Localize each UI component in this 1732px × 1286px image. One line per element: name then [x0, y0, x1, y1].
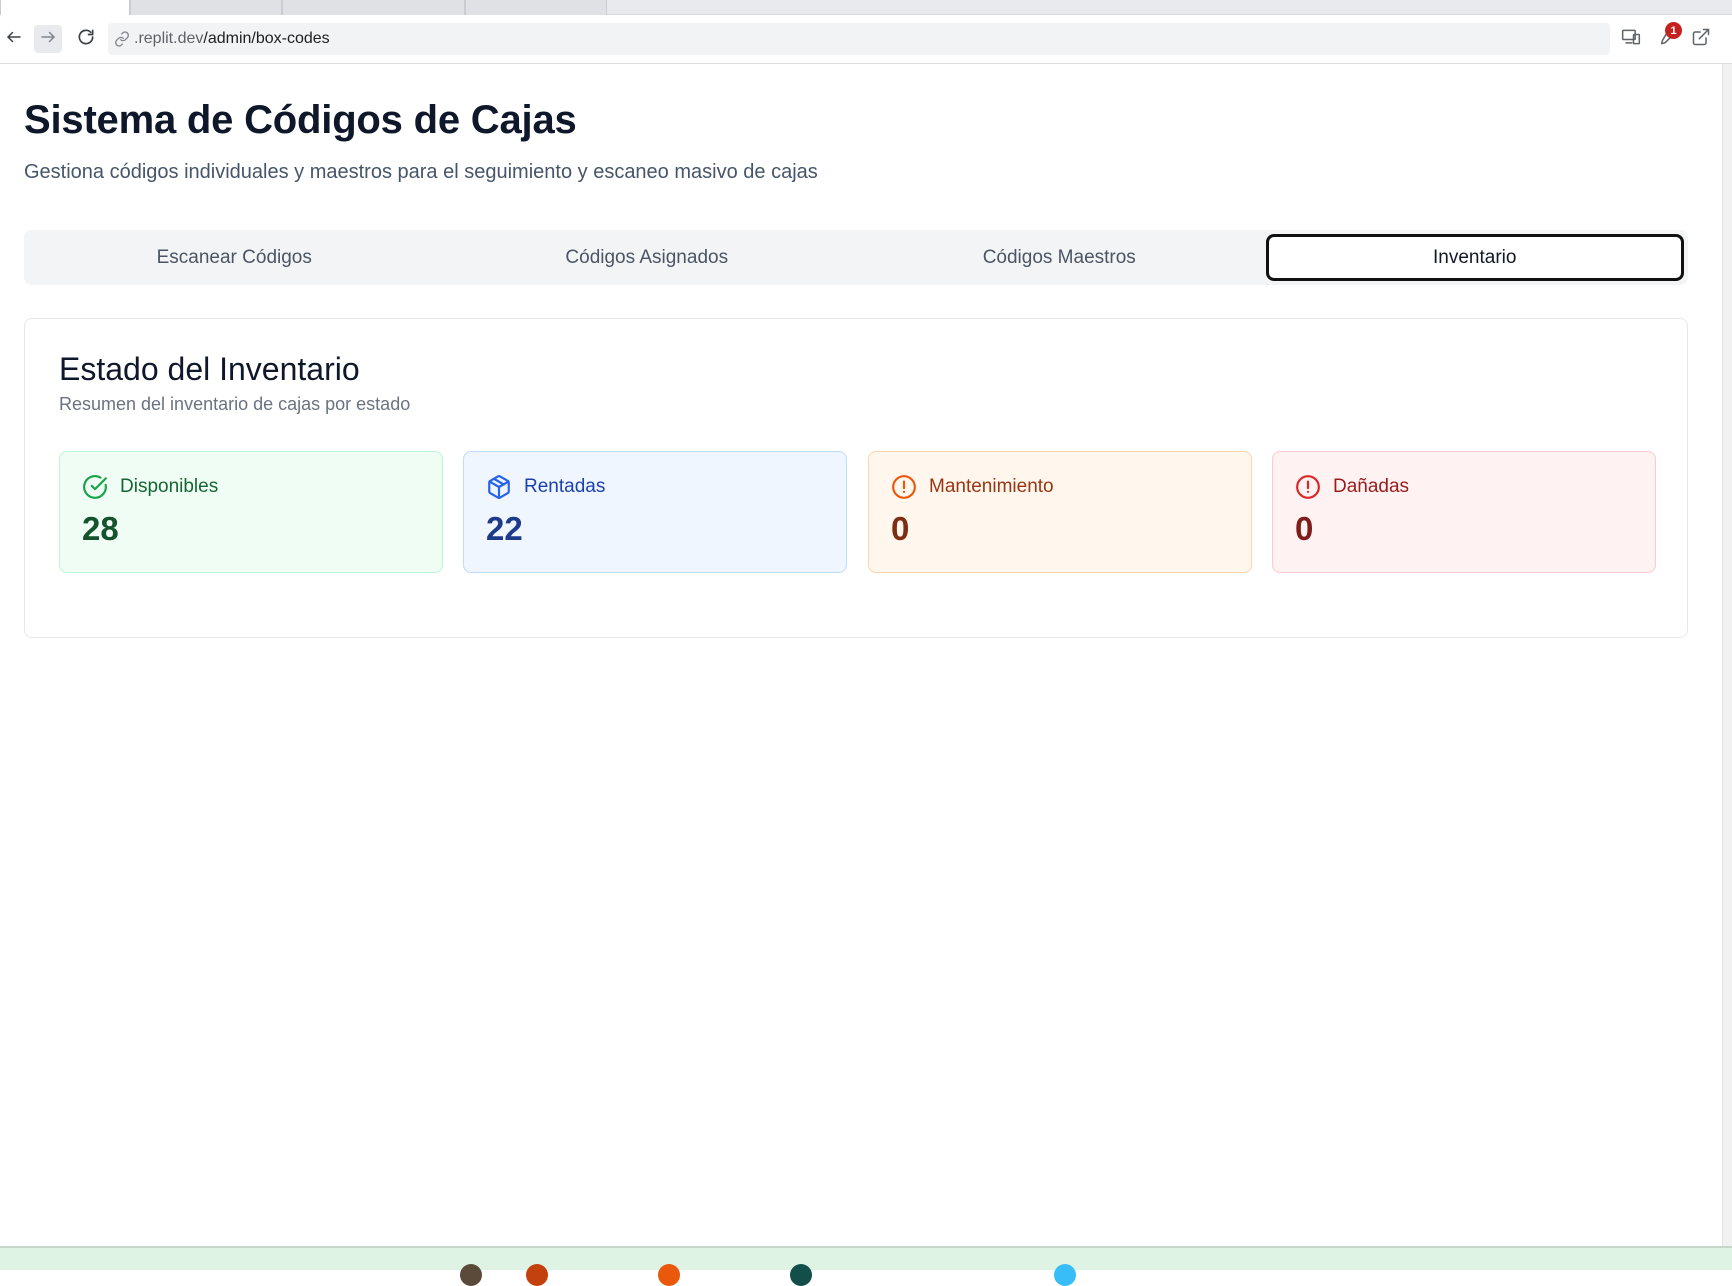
scrollbar[interactable]: [1722, 64, 1732, 1246]
stat-value: 0: [891, 510, 910, 547]
card-subtitle: Resumen del inventario de cajas por esta…: [59, 394, 411, 414]
reload-button[interactable]: [72, 25, 100, 53]
browser-tab[interactable]: [0, 0, 130, 15]
taskbar-app-icon[interactable]: [526, 1264, 548, 1286]
browser-toolbar: .replit.dev/admin/box-codes 1: [0, 15, 1732, 64]
alert-circle-icon: [891, 474, 917, 500]
url-path: /admin/box-codes: [203, 30, 330, 47]
check-circle-icon: [82, 474, 108, 500]
browser-tab-strip: [0, 0, 1732, 15]
stat-mantenimiento: Mantenimiento 0: [868, 451, 1252, 573]
reload-icon: [76, 27, 96, 52]
package-icon: [486, 474, 512, 500]
forward-button[interactable]: [34, 25, 62, 53]
external-link-icon: [1691, 27, 1711, 52]
devices-icon: [1621, 27, 1641, 52]
arrow-right-icon: [39, 28, 57, 51]
url-domain: .replit.dev: [134, 30, 204, 47]
notification-badge: 1: [1665, 22, 1682, 39]
stat-disponibles: Disponibles 28: [59, 451, 443, 573]
stat-rentadas: Rentadas 22: [463, 451, 847, 573]
section-tabs: Escanear Códigos Códigos Asignados Códig…: [24, 230, 1688, 285]
page-title: Sistema de Códigos de Cajas: [24, 98, 577, 142]
tab-codigos-maestros[interactable]: Códigos Maestros: [853, 234, 1266, 281]
tab-codigos-asignados[interactable]: Códigos Asignados: [441, 234, 854, 281]
page-subtitle: Gestiona códigos individuales y maestros…: [24, 161, 818, 183]
back-button[interactable]: [0, 25, 28, 53]
stat-value: 0: [1295, 510, 1314, 547]
taskbar-app-icon[interactable]: [460, 1264, 482, 1286]
card-title: Estado del Inventario: [59, 351, 360, 387]
address-bar[interactable]: .replit.dev/admin/box-codes: [108, 23, 1610, 55]
os-taskbar: [0, 1246, 1732, 1286]
stat-label: Disponibles: [120, 476, 219, 497]
taskbar-app-icon[interactable]: [658, 1264, 680, 1286]
extension-button[interactable]: 1: [1652, 22, 1682, 52]
stat-label: Dañadas: [1333, 476, 1410, 497]
taskbar-app-icon[interactable]: [1054, 1264, 1076, 1286]
tab-inventario[interactable]: Inventario: [1265, 234, 1684, 281]
inventory-card: Estado del Inventario Resumen del invent…: [24, 318, 1688, 638]
stat-value: 22: [486, 510, 523, 547]
stat-label: Mantenimiento: [929, 476, 1054, 497]
stat-label: Rentadas: [524, 476, 606, 497]
browser-tab[interactable]: [465, 0, 607, 15]
alert-circle-icon: [1295, 474, 1321, 500]
taskbar-app-icon[interactable]: [790, 1264, 812, 1286]
tab-escanear-codigos[interactable]: Escanear Códigos: [28, 234, 441, 281]
link-icon: [114, 31, 130, 47]
browser-tab[interactable]: [130, 0, 282, 15]
devices-button[interactable]: [1618, 26, 1644, 52]
stat-value: 28: [82, 510, 119, 547]
arrow-left-icon: [5, 28, 23, 51]
open-external-button[interactable]: [1688, 26, 1714, 52]
browser-tab[interactable]: [282, 0, 465, 15]
stat-danadas: Dañadas 0: [1272, 451, 1656, 573]
